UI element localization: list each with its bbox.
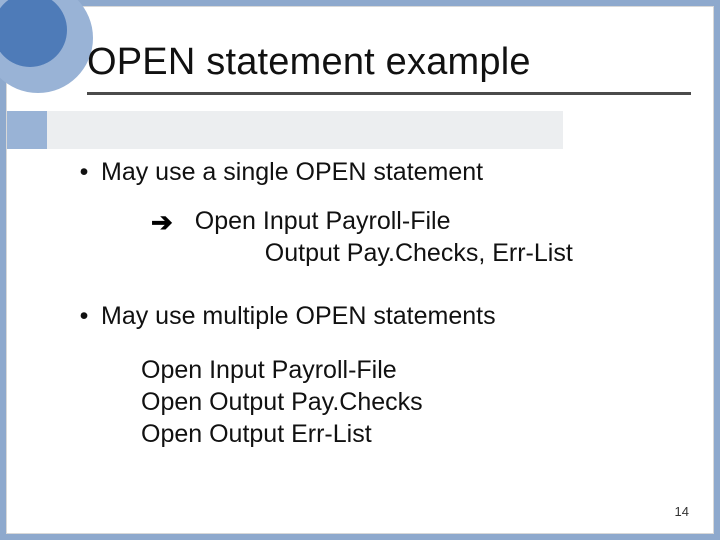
- bullet-1-text: May use a single OPEN statement: [101, 157, 483, 188]
- bullet-dot-icon: •: [77, 157, 91, 188]
- multi-open-line-2: Open Output Pay.Checks: [141, 386, 683, 418]
- slide: OPEN statement example • May use a singl…: [6, 6, 714, 534]
- page-number: 14: [675, 504, 689, 519]
- single-open-lines: Open Input Payroll-File Output Pay.Check…: [195, 206, 573, 269]
- bullet-1: • May use a single OPEN statement: [77, 157, 683, 188]
- single-open-line-1: Open Input Payroll-File: [195, 206, 573, 237]
- subtitle-bar: [7, 111, 563, 149]
- title-area: OPEN statement example: [87, 41, 693, 84]
- arrow-right-icon: ➔: [151, 206, 173, 269]
- multi-open-line-3: Open Output Err-List: [141, 418, 683, 450]
- multi-open-line-1: Open Input Payroll-File: [141, 354, 683, 386]
- left-accent-block: [7, 111, 47, 149]
- content-area: • May use a single OPEN statement ➔ Open…: [77, 151, 683, 503]
- title-underline: [87, 92, 691, 95]
- bullet-2: • May use multiple OPEN statements: [77, 301, 683, 332]
- slide-title: OPEN statement example: [87, 41, 693, 84]
- single-open-line-2: Output Pay.Checks, Err-List: [195, 238, 573, 269]
- bullet-dot-icon: •: [77, 301, 91, 332]
- multi-open-example: Open Input Payroll-File Open Output Pay.…: [141, 354, 683, 450]
- bullet-2-text: May use multiple OPEN statements: [101, 301, 496, 332]
- single-open-example: ➔ Open Input Payroll-File Output Pay.Che…: [151, 206, 683, 269]
